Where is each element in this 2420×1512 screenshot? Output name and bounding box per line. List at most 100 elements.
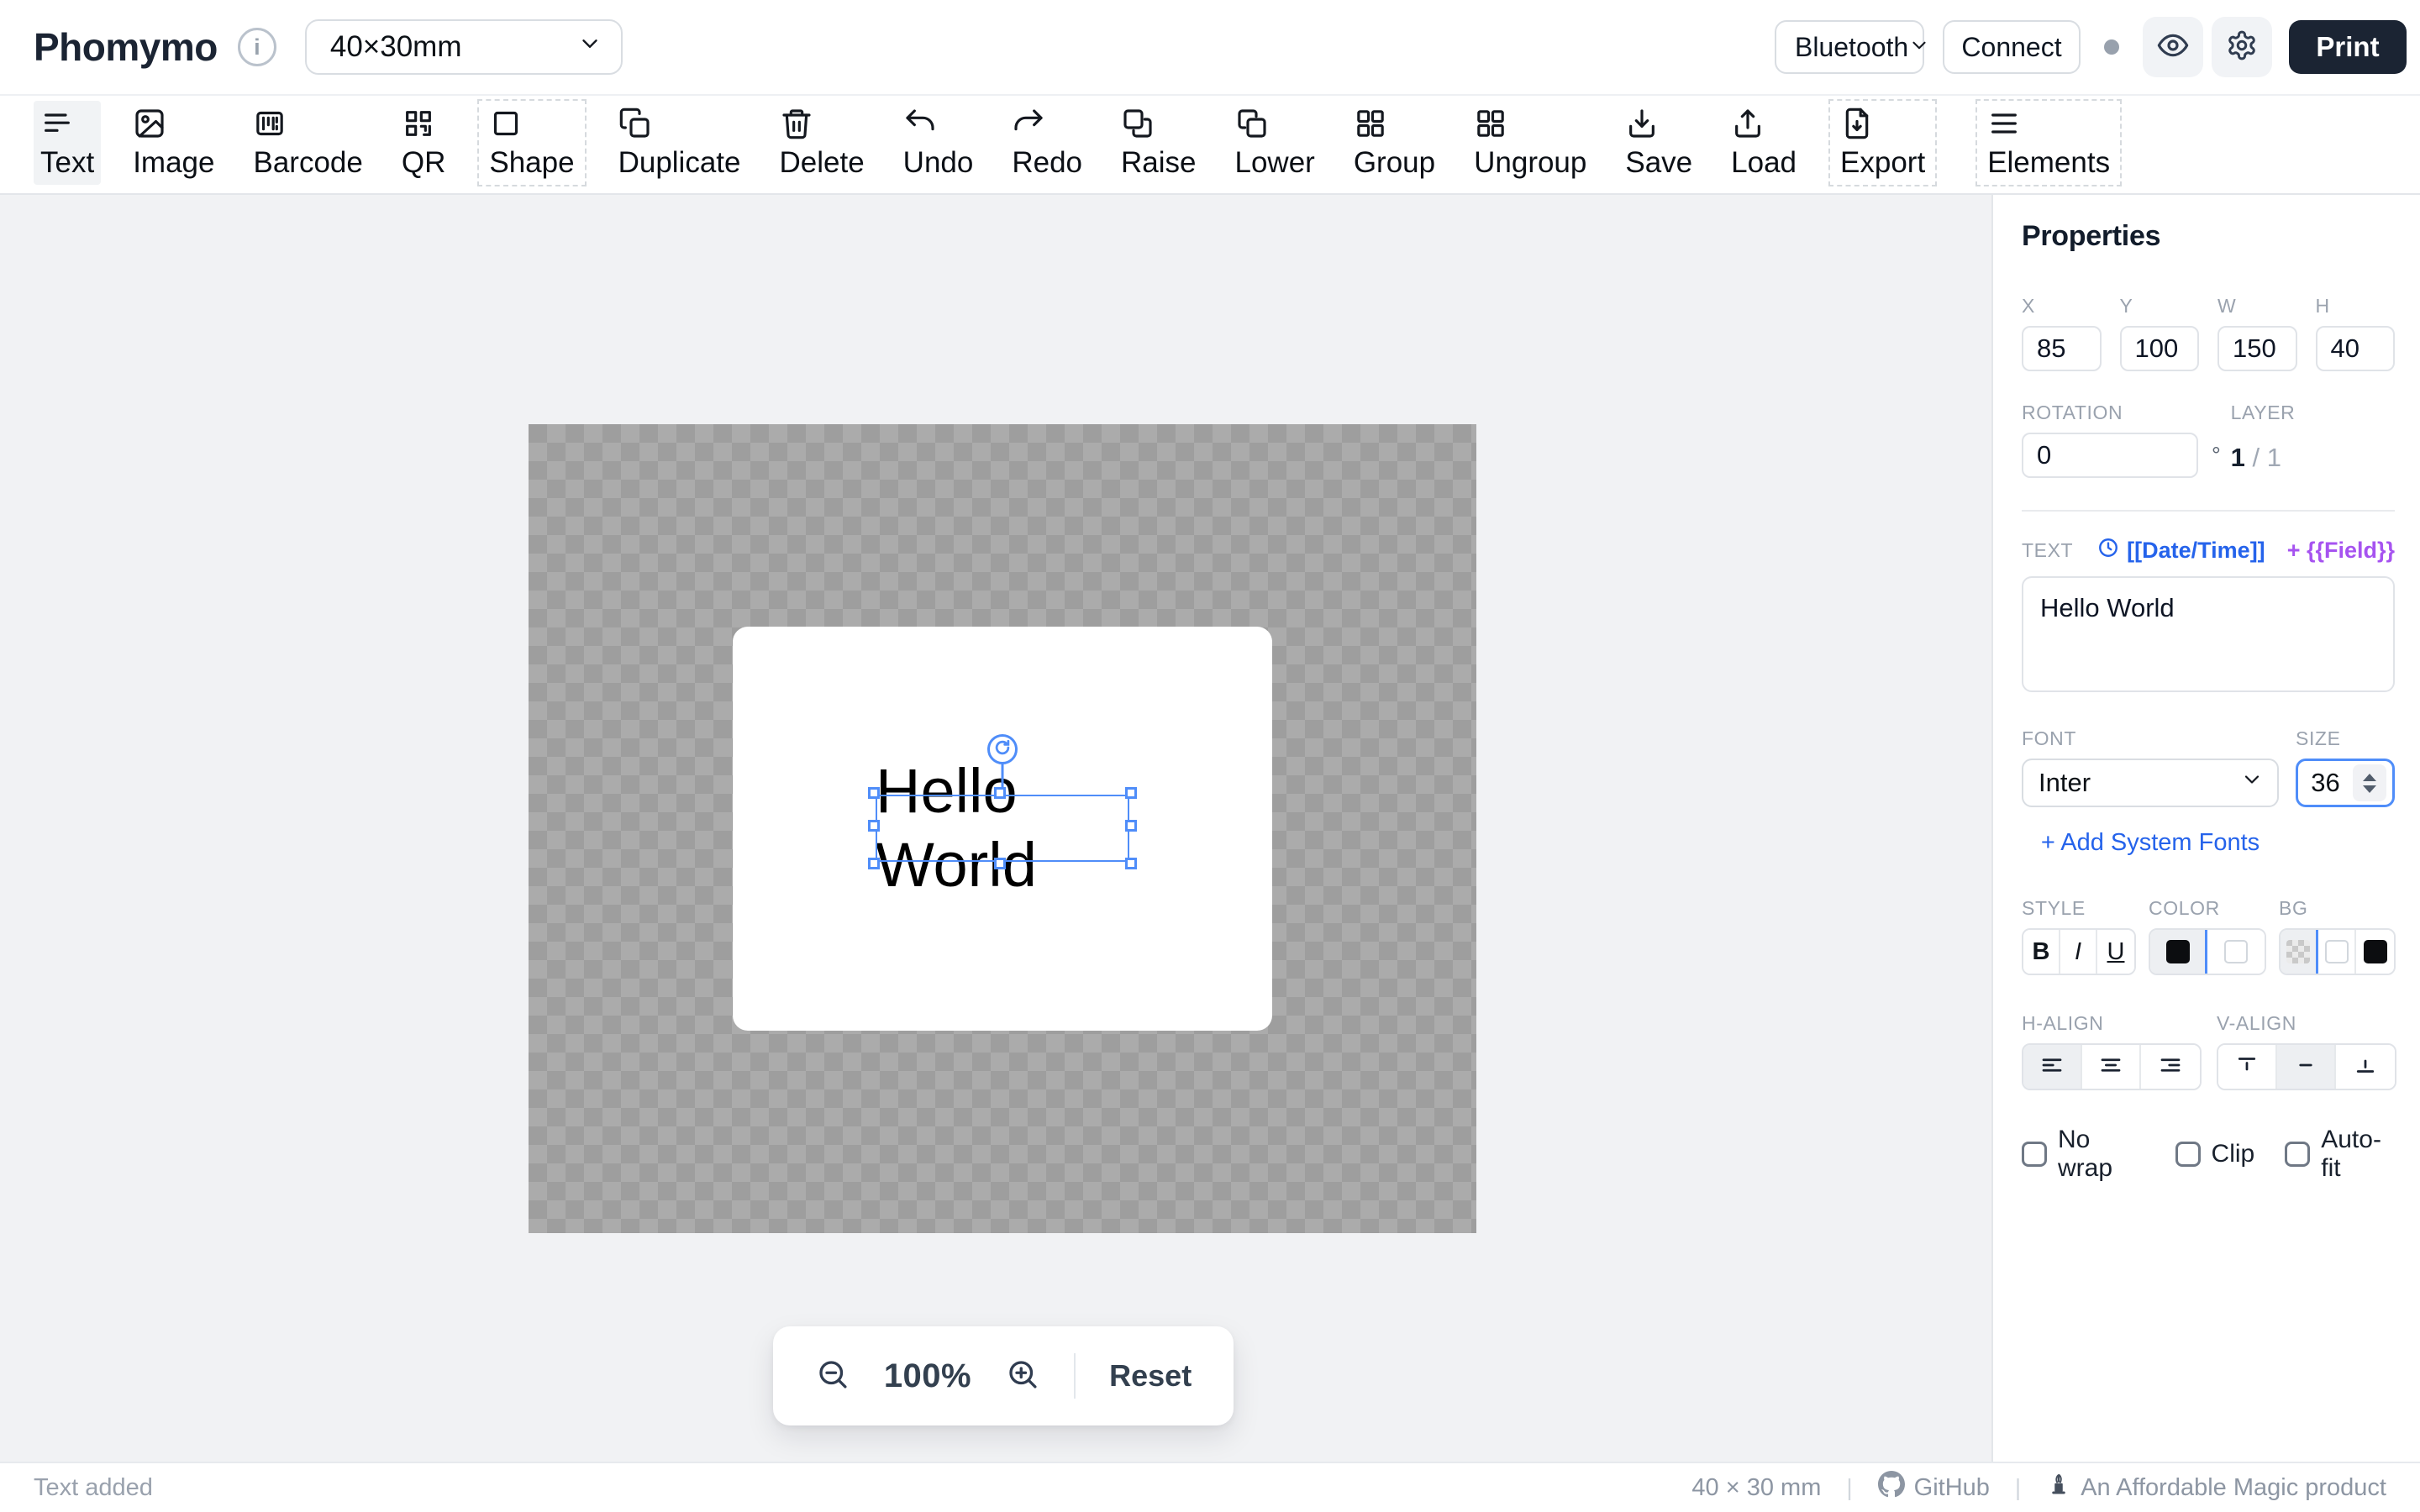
section-divider <box>2022 510 2395 512</box>
bold-button[interactable]: B <box>2023 930 2060 974</box>
print-button[interactable]: Print <box>2289 20 2407 74</box>
font-size-input[interactable]: 36 <box>2296 759 2395 807</box>
zoom-divider <box>1074 1353 1076 1399</box>
label-canvas[interactable]: Hello World <box>733 627 1272 1031</box>
color-black-swatch[interactable] <box>2150 930 2207 974</box>
auto-fit-checkbox[interactable] <box>2285 1142 2310 1167</box>
style-color-bg-row: STYLE B I U COLOR BG <box>2022 897 2395 975</box>
color-white-swatch[interactable] <box>2207 930 2265 974</box>
valign-middle-button[interactable] <box>2277 1045 2336 1089</box>
auto-fit-option[interactable]: Auto-fit <box>2285 1126 2395 1183</box>
selection-handle-ne[interactable] <box>1125 787 1137 799</box>
y-input[interactable] <box>2120 326 2200 371</box>
text-element[interactable]: Hello World <box>876 795 1129 862</box>
selection-handle-sw[interactable] <box>868 858 880 869</box>
toolbar-button-export[interactable]: Export <box>1828 99 1937 187</box>
toolbar-button-load[interactable]: Load <box>1724 101 1803 186</box>
info-icon[interactable]: i <box>238 28 276 66</box>
bg-black-swatch[interactable] <box>2356 930 2394 974</box>
toolbar-button-lower[interactable]: Lower <box>1228 101 1322 186</box>
w-input[interactable] <box>2217 326 2297 371</box>
selection-handle-n[interactable] <box>994 787 1006 799</box>
toolbar-button-save[interactable]: Save <box>1618 101 1699 186</box>
settings-button[interactable] <box>2212 17 2272 77</box>
trash-icon <box>780 107 813 144</box>
font-select[interactable]: Inter <box>2022 759 2279 807</box>
zoom-reset-button[interactable]: Reset <box>1109 1358 1192 1394</box>
text-section-header: TEXT [[Date/Time]] + {{Field}} <box>2022 537 2395 564</box>
toolbar-button-raise[interactable]: Raise <box>1114 101 1202 186</box>
bg-transparent-swatch[interactable] <box>2281 930 2318 974</box>
toolbar-button-duplicate[interactable]: Duplicate <box>612 101 748 186</box>
label-size-select[interactable]: 40×30mm <box>305 19 623 75</box>
font-label: FONT <box>2022 727 2279 750</box>
insert-datetime-link[interactable]: [[Date/Time]] <box>2097 537 2265 564</box>
selection-handle-nw[interactable] <box>868 787 880 799</box>
rotation-handle[interactable] <box>987 734 1018 764</box>
toolbar: Text Image Barcode QR Shape Duplicate De… <box>0 96 2420 195</box>
toolbar-button-barcode[interactable]: Barcode <box>246 101 369 186</box>
preview-button[interactable] <box>2143 17 2203 77</box>
italic-button[interactable]: I <box>2060 930 2097 974</box>
rotation-layer-row: ROTATION ° LAYER 1 / 1 <box>2022 402 2395 478</box>
align-left-icon <box>2039 1053 2065 1082</box>
size-stepper[interactable] <box>2353 764 2386 801</box>
x-input[interactable] <box>2022 326 2102 371</box>
h-input[interactable] <box>2316 326 2396 371</box>
square-shape-icon <box>489 107 523 144</box>
h-label: H <box>2316 295 2396 318</box>
redo-icon <box>1012 107 1045 144</box>
connection-type-select[interactable]: Bluetooth <box>1775 20 1924 74</box>
align-right-button[interactable] <box>2141 1045 2200 1089</box>
v-align-group <box>2217 1043 2396 1090</box>
size-label: SIZE <box>2296 727 2395 750</box>
zoom-out-button[interactable] <box>815 1357 850 1396</box>
canvas-area[interactable]: Hello World <box>0 195 1991 1462</box>
text-content-textarea[interactable]: Hello World <box>2022 576 2395 692</box>
insert-field-link[interactable]: + {{Field}} <box>2287 538 2395 564</box>
selection-handle-se[interactable] <box>1125 858 1137 869</box>
rotation-input[interactable] <box>2022 433 2198 478</box>
white-swatch-icon <box>2325 940 2349 963</box>
connect-button[interactable]: Connect <box>1943 20 2081 74</box>
toolbar-button-shape[interactable]: Shape <box>477 99 586 187</box>
credit-link[interactable]: An Affordable Magic product <box>2046 1472 2386 1504</box>
toolbar-button-undo[interactable]: Undo <box>897 101 981 186</box>
toolbar-button-qr[interactable]: QR <box>395 101 453 186</box>
selection-handle-e[interactable] <box>1125 820 1137 832</box>
toolbar-button-text[interactable]: Text <box>34 101 101 186</box>
valign-bottom-button[interactable] <box>2336 1045 2395 1089</box>
zoom-in-button[interactable] <box>1005 1357 1040 1396</box>
duplicate-icon <box>618 107 652 144</box>
no-wrap-checkbox[interactable] <box>2022 1142 2047 1167</box>
app-root: Phomymo i 40×30mm Bluetooth Connect <box>0 0 2420 1512</box>
color-label: COLOR <box>2149 897 2266 920</box>
toolbar-button-delete[interactable]: Delete <box>773 101 871 186</box>
main-area: Hello World <box>0 195 2420 1462</box>
layer-label: LAYER <box>2231 402 2296 424</box>
toolbar-button-elements[interactable]: Elements <box>1975 99 2122 187</box>
github-link[interactable]: GitHub <box>1878 1471 1990 1504</box>
clip-option[interactable]: Clip <box>2175 1140 2255 1168</box>
valign-middle-icon <box>2293 1053 2318 1082</box>
lower-layer-icon <box>1235 107 1269 144</box>
no-wrap-option[interactable]: No wrap <box>2022 1126 2145 1183</box>
h-align-group <box>2022 1043 2202 1090</box>
toolbar-button-ungroup[interactable]: Ungroup <box>1467 101 1593 186</box>
toolbar-button-group[interactable]: Group <box>1347 101 1442 186</box>
rotation-label: ROTATION <box>2022 402 2231 424</box>
toolbar-button-image[interactable]: Image <box>126 101 221 186</box>
add-system-fonts-link[interactable]: + Add System Fonts <box>2022 829 2279 857</box>
valign-top-button[interactable] <box>2218 1045 2277 1089</box>
app-title: Phomymo <box>34 24 218 70</box>
selection-handle-w[interactable] <box>868 820 880 832</box>
zoom-controls: 100% Reset <box>773 1326 1234 1425</box>
clip-checkbox[interactable] <box>2175 1142 2201 1167</box>
chevron-down-icon <box>2240 768 2264 798</box>
underline-button[interactable]: U <box>2097 930 2134 974</box>
align-left-button[interactable] <box>2023 1045 2082 1089</box>
bg-white-swatch[interactable] <box>2318 930 2356 974</box>
toolbar-button-redo[interactable]: Redo <box>1005 101 1089 186</box>
selection-handle-s[interactable] <box>994 858 1006 869</box>
align-center-button[interactable] <box>2082 1045 2141 1089</box>
